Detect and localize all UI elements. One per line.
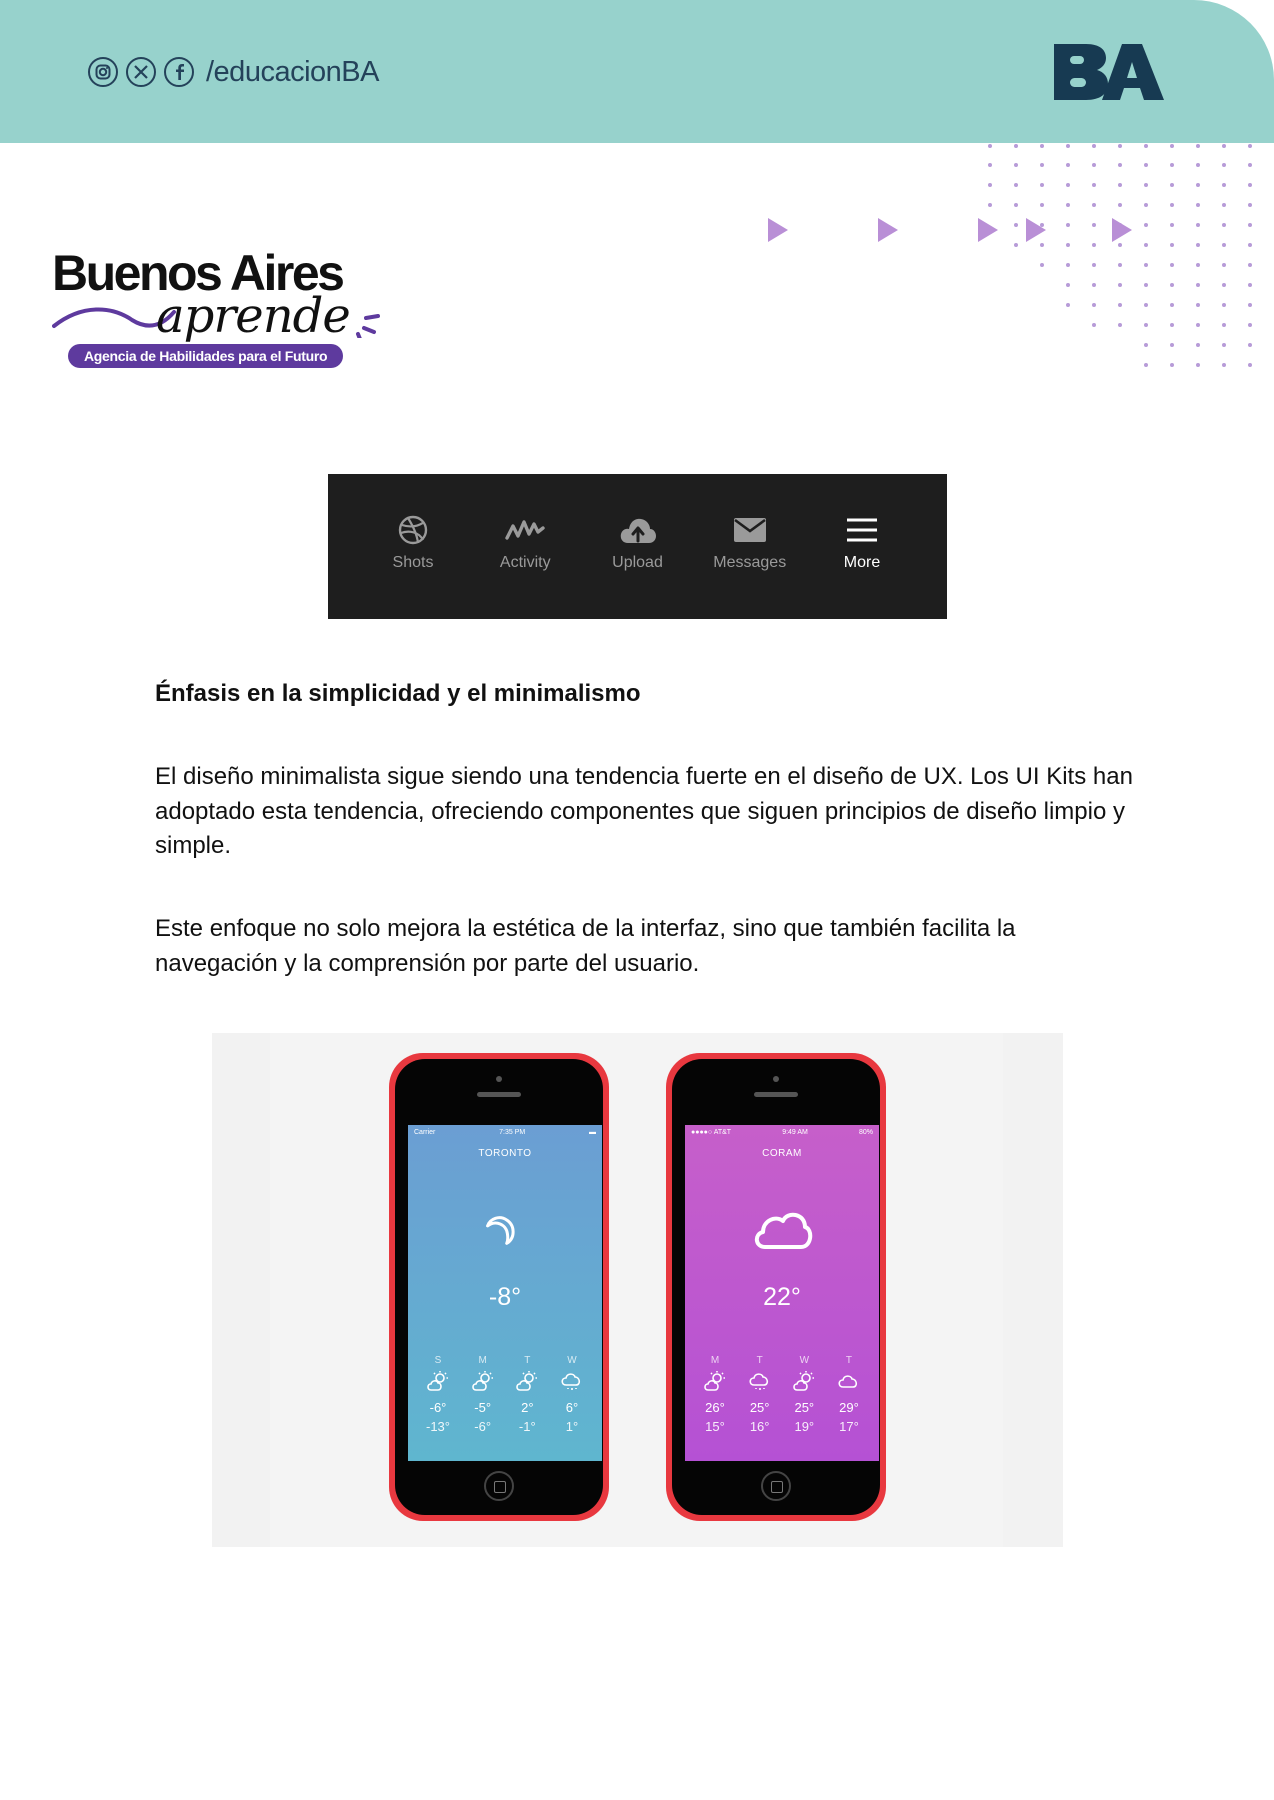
tab-shots[interactable]: Shots: [368, 474, 458, 619]
forecast-row: M 26° 15° T 25° 16° W 25° 19° T 29° 17°: [695, 1355, 869, 1434]
current-temperature: -8°: [488, 1283, 522, 1311]
phone-coram: ●●●●○ AT&T 9:49 AM 80% CORAM 22° M 26° 1…: [666, 1053, 886, 1521]
forecast-day-label: M: [478, 1355, 487, 1366]
moon-icon: [485, 1207, 525, 1252]
forecast-day: T 25° 16°: [740, 1355, 780, 1434]
paragraph-2: Este enfoque no solo mejora la estética …: [155, 915, 1016, 977]
forecast-day: W 25° 19°: [784, 1355, 824, 1434]
city-name: CORAM: [762, 1148, 802, 1159]
forecast-low: -6°: [474, 1419, 492, 1434]
brand-subtitle: aprende: [156, 288, 351, 344]
section-heading: Énfasis en la simplicidad y el minimalis…: [155, 680, 641, 707]
header-band: /educacionBA: [0, 0, 1274, 143]
partly-cloudy-icon: [470, 1368, 496, 1394]
current-temperature: 22°: [763, 1283, 801, 1311]
forecast-low: 15°: [705, 1419, 725, 1434]
rain-cloud-icon: [748, 1368, 772, 1394]
figure-background: [270, 1033, 1003, 1547]
facebook-icon[interactable]: [164, 57, 194, 87]
front-camera: [773, 1076, 779, 1082]
forecast-high: 25°: [794, 1400, 815, 1415]
forecast-high: 2°: [521, 1400, 534, 1415]
instagram-icon[interactable]: [88, 57, 118, 87]
forecast-day: W 6° 1°: [552, 1355, 592, 1434]
phone-toronto: Carrier 7:35 PM ▬ TORONTO -8° S -6° -13°: [389, 1053, 609, 1521]
tab-activity[interactable]: Activity: [480, 474, 570, 619]
home-button: [761, 1471, 791, 1501]
forecast-day: T 29° 17°: [829, 1355, 869, 1434]
forecast-day-label: T: [845, 1355, 853, 1366]
tab-label: Messages: [713, 554, 787, 571]
city-name: TORONTO: [478, 1148, 532, 1159]
tab-label: Upload: [612, 554, 663, 571]
partly-cloudy-icon: [514, 1368, 540, 1394]
forecast-high: -6°: [429, 1400, 447, 1415]
cloud-upload-icon: [619, 512, 657, 548]
carrier-label: ●●●●○ AT&T: [691, 1129, 732, 1136]
social-links: /educacionBA: [88, 52, 379, 92]
brand-tagline: Agencia de Habilidades para el Futuro: [68, 344, 344, 368]
dribbble-icon: [397, 512, 429, 548]
forecast-high: 26°: [705, 1400, 725, 1415]
x-icon[interactable]: [126, 57, 156, 87]
forecast-day-label: W: [799, 1355, 810, 1366]
forecast-high: -5°: [474, 1400, 492, 1415]
forecast-high: 6°: [565, 1400, 579, 1415]
forecast-day-label: T: [524, 1355, 531, 1366]
forecast-low: 19°: [794, 1419, 815, 1434]
forecast-day: T 2° -1°: [507, 1355, 547, 1434]
battery-label: 80%: [858, 1129, 873, 1136]
forecast-day: S -6° -13°: [418, 1355, 458, 1434]
tab-label: More: [843, 554, 881, 571]
speaker-grille: [754, 1092, 798, 1097]
home-button: [484, 1471, 514, 1501]
forecast-day-label: M: [710, 1355, 720, 1366]
forecast-day-label: T: [756, 1355, 763, 1366]
activity-icon: [505, 512, 545, 548]
triangle-decoration: [768, 218, 1132, 242]
forecast-low: -1°: [518, 1419, 536, 1434]
status-bar: Carrier 7:35 PM ▬: [414, 1129, 596, 1136]
weather-screen: ●●●●○ AT&T 9:49 AM 80% CORAM 22° M 26° 1…: [685, 1125, 879, 1461]
time-label: 9:49 AM: [782, 1129, 808, 1136]
dot-grid-decoration: [988, 144, 1252, 367]
speaker-grille: [477, 1092, 521, 1097]
rain-cloud-icon: [560, 1368, 584, 1394]
forecast-low: 16°: [749, 1419, 770, 1434]
forecast-day: M 26° 15°: [695, 1355, 735, 1434]
envelope-icon: [733, 512, 767, 548]
battery-icon: ▬: [589, 1129, 596, 1136]
carrier-label: Carrier: [414, 1129, 436, 1136]
forecast-day-label: W: [567, 1355, 577, 1366]
partly-cloudy-icon: [702, 1368, 728, 1394]
tab-upload[interactable]: Upload: [593, 474, 683, 619]
front-camera: [496, 1076, 502, 1082]
weather-app-figure: Carrier 7:35 PM ▬ TORONTO -8° S -6° -13°: [212, 1033, 1063, 1547]
forecast-high: 29°: [839, 1400, 859, 1415]
menu-icon: [845, 512, 879, 548]
forecast-low: 17°: [839, 1419, 859, 1434]
partly-cloudy-icon: [425, 1368, 451, 1394]
tab-label: Shots: [392, 554, 434, 571]
buenos-aires-aprende-logo: Buenos Aires aprende Agencia de Habilida…: [52, 238, 392, 378]
ba-logo: [1052, 40, 1164, 107]
forecast-low: -13°: [426, 1419, 450, 1434]
tab-more[interactable]: More: [817, 474, 907, 619]
tab-bar-example: Shots Activity Upload Messages More: [328, 474, 947, 619]
paragraph-1: El diseño minimalista sigue siendo una t…: [155, 763, 1133, 859]
forecast-day: M -5° -6°: [463, 1355, 503, 1434]
forecast-day-label: S: [434, 1355, 442, 1366]
forecast-high: 25°: [749, 1400, 770, 1415]
cloud-icon: [837, 1368, 861, 1394]
forecast-row: S -6° -13° M -5° -6° T 2° -1° W 6° 1°: [418, 1355, 592, 1434]
partly-cloudy-icon: [791, 1368, 817, 1394]
time-label: 7:35 PM: [499, 1129, 526, 1136]
forecast-low: 1°: [565, 1419, 579, 1434]
weather-screen: Carrier 7:35 PM ▬ TORONTO -8° S -6° -13°: [408, 1125, 602, 1461]
tab-messages[interactable]: Messages: [705, 474, 795, 619]
cloud-icon: [751, 1207, 813, 1256]
social-handle[interactable]: /educacionBA: [206, 56, 379, 89]
tab-label: Activity: [499, 554, 551, 571]
status-bar: ●●●●○ AT&T 9:49 AM 80%: [691, 1129, 873, 1136]
